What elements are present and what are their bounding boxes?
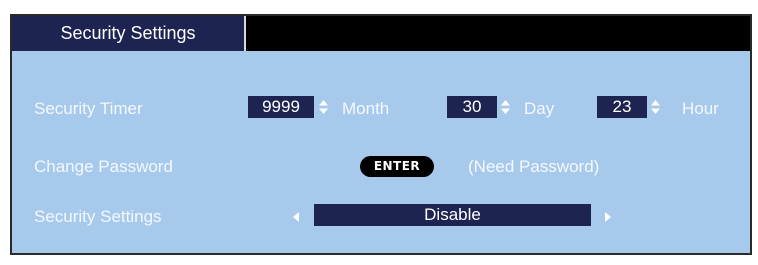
change-password-label: Change Password xyxy=(34,157,173,176)
timer-day-value[interactable]: 30 xyxy=(447,96,497,118)
security-settings-label: Security Settings xyxy=(34,207,162,226)
hour-unit-label: Hour xyxy=(682,99,719,118)
hour-spinner-icon[interactable] xyxy=(650,99,661,115)
month-spinner-icon[interactable] xyxy=(318,99,329,115)
tab-security-settings[interactable]: Security Settings xyxy=(12,16,246,51)
right-arrow-icon[interactable] xyxy=(604,210,612,222)
security-settings-panel: Security Settings Security Timer 9999 Mo… xyxy=(10,14,752,255)
enter-button[interactable]: ENTER xyxy=(360,156,434,177)
day-spinner-icon[interactable] xyxy=(500,99,511,115)
security-timer-label: Security Timer xyxy=(34,99,143,118)
day-unit-label: Day xyxy=(524,99,555,118)
need-password-note: (Need Password) xyxy=(468,157,600,176)
left-arrow-icon[interactable] xyxy=(292,210,300,222)
month-unit-label: Month xyxy=(342,99,390,118)
timer-month-value[interactable]: 9999 xyxy=(248,96,314,118)
security-settings-select[interactable]: Disable xyxy=(314,204,591,226)
timer-hour-value[interactable]: 23 xyxy=(597,96,647,118)
title-bar: Security Settings xyxy=(12,16,750,51)
